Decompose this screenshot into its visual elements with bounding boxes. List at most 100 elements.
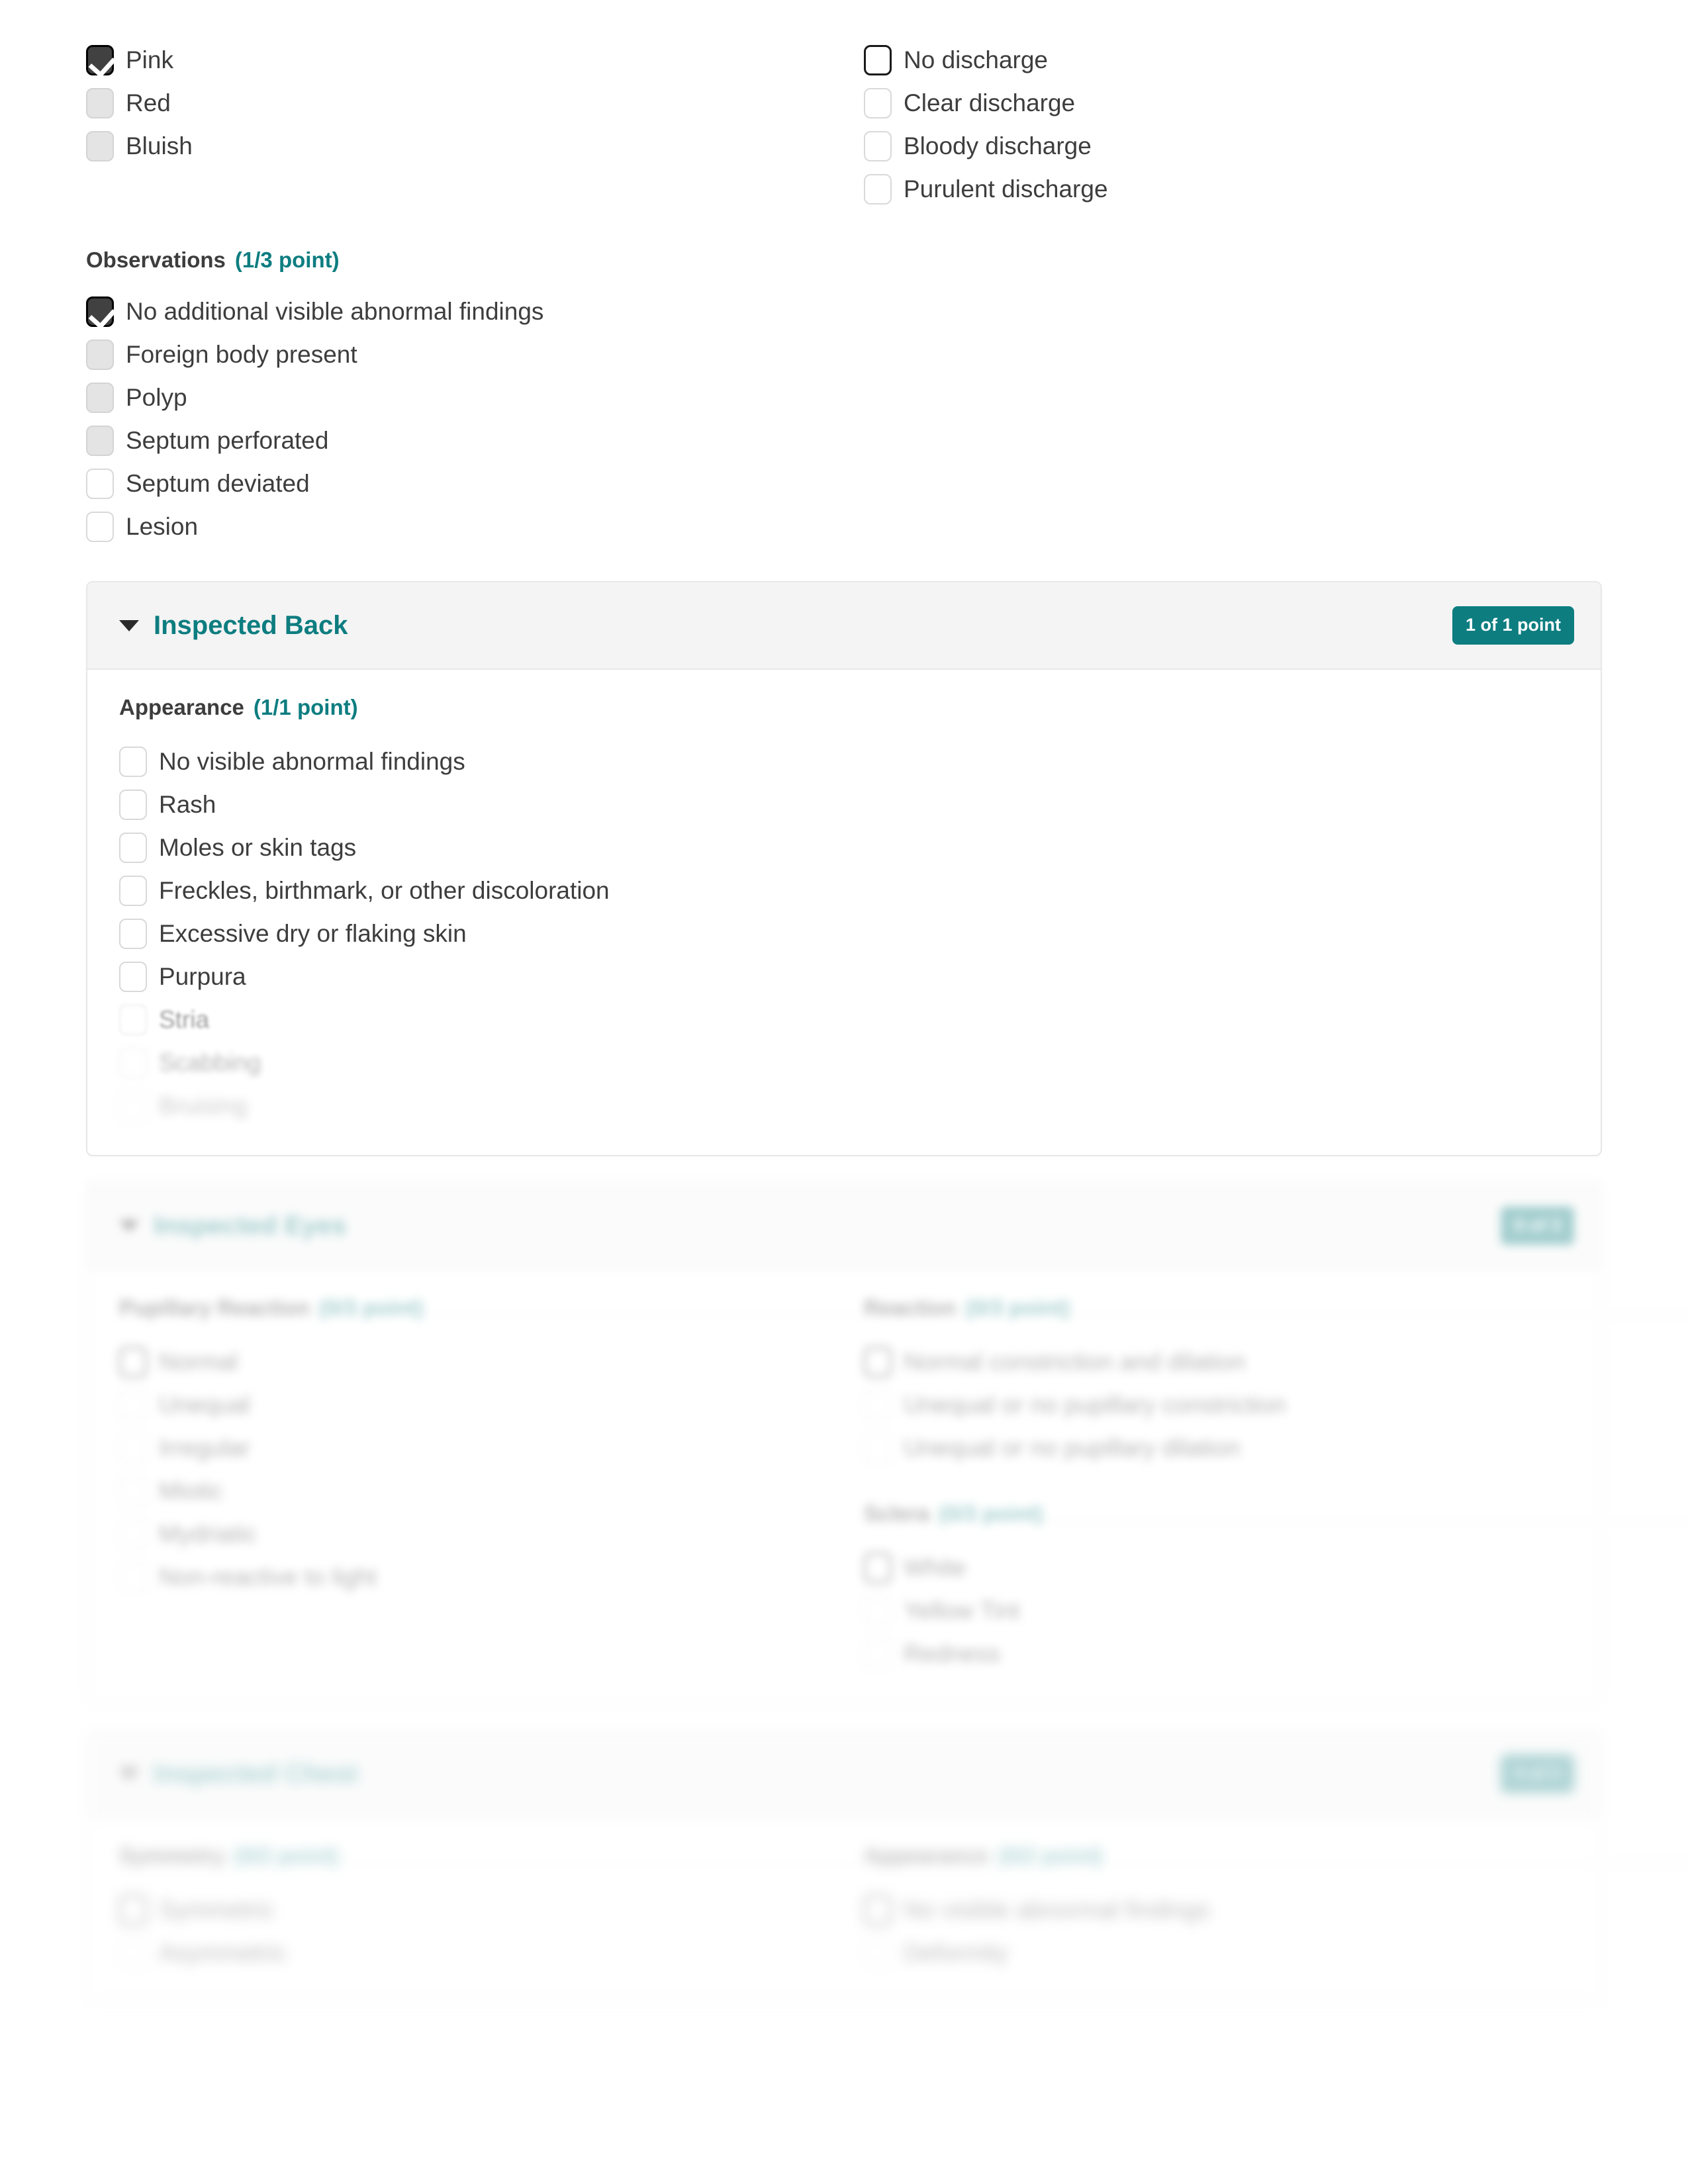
checkbox-option-label: Asymmetric [159, 1939, 287, 1966]
checkbox-icon[interactable] [119, 1518, 147, 1549]
checkbox-icon[interactable] [119, 789, 147, 820]
checkbox-option-label: Septum perforated [126, 427, 329, 454]
checkbox-option[interactable]: No additional visible abnormal findings [86, 290, 1602, 333]
checkbox-icon[interactable] [119, 1561, 147, 1592]
checkbox-option-label: Mydriatic [159, 1520, 258, 1547]
checkbox-icon[interactable] [86, 382, 114, 413]
chevron-down-icon[interactable] [119, 1768, 139, 1780]
checkbox-option[interactable]: Unequal [119, 1383, 824, 1426]
checkbox-option[interactable]: Non-reactive to light [119, 1555, 824, 1598]
checkbox-icon[interactable] [864, 1346, 892, 1377]
checkbox-option[interactable]: Scabbing [119, 1041, 1569, 1084]
checkbox-option[interactable]: Rash [119, 783, 1569, 826]
status-badge-inspected-eyes: 0 of 3 [1501, 1206, 1574, 1245]
back-appearance-options: No visible abnormal findings Rash Moles or… [119, 740, 1569, 1127]
checkbox-icon[interactable] [119, 1346, 147, 1377]
checkbox-option[interactable]: Bruising [119, 1084, 1569, 1127]
checkbox-icon[interactable] [86, 468, 114, 499]
checkbox-option-label: Irregular [159, 1434, 250, 1461]
checkbox-option[interactable]: Yellow Tint [864, 1589, 1569, 1632]
checkbox-icon[interactable] [119, 746, 147, 777]
checkbox-icon[interactable] [864, 1894, 892, 1925]
section-header-inspected-back[interactable]: Inspected Back 1 of 1 point [87, 582, 1601, 670]
checkbox-option[interactable]: Unequal or no pupillary constriction [864, 1383, 1569, 1426]
checkbox-icon[interactable] [119, 1389, 147, 1420]
checkbox-icon[interactable] [864, 44, 892, 75]
section-header-inspected-chest[interactable]: Inspected Chest 0 of 3 [87, 1731, 1601, 1818]
exam-checklist-page: Pink Red Bluish No discharge Clear discharg… [0, 0, 1688, 2184]
checkbox-option[interactable]: Normal [119, 1340, 824, 1383]
checkbox-icon[interactable] [864, 1389, 892, 1420]
checkbox-option[interactable]: Pink [86, 38, 824, 81]
nose-color-group: Pink Red Bluish [86, 38, 824, 210]
checkbox-option[interactable]: Unequal or no pupillary dilation [864, 1426, 1569, 1469]
checkbox-icon[interactable] [864, 1552, 892, 1583]
checkbox-option[interactable]: No visible abnormal findings [864, 1888, 1569, 1931]
checkbox-option[interactable]: Irregular [119, 1426, 824, 1469]
checkbox-option-label: Polyp [126, 384, 187, 411]
checkbox-option[interactable]: Freckles, birthmark, or other discolorat… [119, 869, 1569, 912]
checkbox-option-label: Freckles, birthmark, or other discolorat… [159, 877, 610, 904]
checkbox-option[interactable]: Deformity [864, 1931, 1569, 1974]
checkbox-option[interactable]: Septum deviated [86, 462, 1602, 505]
checkbox-icon[interactable] [119, 875, 147, 906]
checkbox-option-label: Miotic [159, 1477, 223, 1504]
checkbox-icon[interactable] [119, 961, 147, 992]
checkbox-icon[interactable] [119, 832, 147, 863]
checkbox-option[interactable]: Normal constriction and dilation [864, 1340, 1569, 1383]
checkbox-option[interactable]: No visible abnormal findings [119, 740, 1569, 783]
checkbox-icon[interactable] [864, 87, 892, 118]
checkbox-icon[interactable] [119, 918, 147, 949]
checkbox-option[interactable]: Mydriatic [119, 1512, 824, 1555]
checkbox-option[interactable]: Red [86, 81, 824, 124]
checkbox-option[interactable]: Miotic [119, 1469, 824, 1512]
checkbox-icon[interactable] [864, 1432, 892, 1463]
section-inspected-eyes[interactable]: Inspected Eyes 0 of 3 Pupillary Reaction… [86, 1181, 1688, 1704]
checkbox-icon[interactable] [119, 1004, 147, 1035]
checkbox-option[interactable]: Clear discharge [864, 81, 1602, 124]
checkbox-option[interactable]: Symmetric [119, 1888, 824, 1931]
checkbox-icon[interactable] [864, 130, 892, 161]
checkbox-icon[interactable] [119, 1432, 147, 1463]
checkbox-option[interactable]: Moles or skin tags [119, 826, 1569, 869]
checkbox-option[interactable]: Purpura [119, 955, 1569, 998]
checkbox-icon[interactable] [119, 1937, 147, 1968]
checkbox-icon[interactable] [864, 1595, 892, 1626]
section-inspected-back[interactable]: Inspected Back 1 of 1 point Appearance (… [86, 581, 1688, 1156]
checkbox-icon[interactable] [864, 173, 892, 205]
section-header-inspected-eyes[interactable]: Inspected Eyes 0 of 3 [87, 1183, 1601, 1270]
checkbox-option[interactable]: No discharge [864, 38, 1602, 81]
checkbox-option-label: Purpura [159, 963, 246, 990]
checkbox-option[interactable]: Bloody discharge [864, 124, 1602, 167]
checkbox-icon[interactable] [86, 130, 114, 161]
section-inspected-chest[interactable]: Inspected Chest 0 of 3 Symmetry (0/2 poi… [86, 1729, 1688, 2003]
checkbox-option[interactable]: Bluish [86, 124, 824, 167]
checkbox-icon[interactable] [86, 425, 114, 456]
checkbox-icon[interactable] [86, 339, 114, 370]
checkbox-icon[interactable] [119, 1047, 147, 1078]
sclera-heading-label: Sclera [864, 1501, 930, 1525]
checkbox-option[interactable]: Lesion [86, 505, 1602, 548]
checkbox-option[interactable]: White [864, 1546, 1569, 1589]
checkbox-checked-icon[interactable] [86, 44, 114, 75]
checkbox-option[interactable]: Asymmetric [119, 1931, 824, 1974]
checkbox-option[interactable]: Foreign body present [86, 333, 1602, 376]
checkbox-icon[interactable] [86, 87, 114, 118]
checkbox-checked-icon[interactable] [86, 296, 114, 327]
checkbox-option-label: Scabbing [159, 1049, 261, 1076]
checkbox-option[interactable]: Purulent discharge [864, 167, 1602, 210]
checkbox-icon[interactable] [864, 1638, 892, 1669]
chevron-down-icon[interactable] [119, 619, 139, 631]
checkbox-option[interactable]: Septum perforated [86, 419, 1602, 462]
checkbox-option[interactable]: Excessive dry or flaking skin [119, 912, 1569, 955]
checkbox-option[interactable]: Redness [864, 1632, 1569, 1675]
checkbox-icon[interactable] [119, 1090, 147, 1121]
checkbox-option-label: Rash [159, 791, 216, 818]
checkbox-icon[interactable] [119, 1894, 147, 1925]
checkbox-option[interactable]: Stria [119, 998, 1569, 1041]
checkbox-icon[interactable] [86, 511, 114, 542]
chevron-down-icon[interactable] [119, 1220, 139, 1232]
checkbox-icon[interactable] [119, 1475, 147, 1506]
checkbox-option[interactable]: Polyp [86, 376, 1602, 419]
checkbox-icon[interactable] [864, 1937, 892, 1968]
